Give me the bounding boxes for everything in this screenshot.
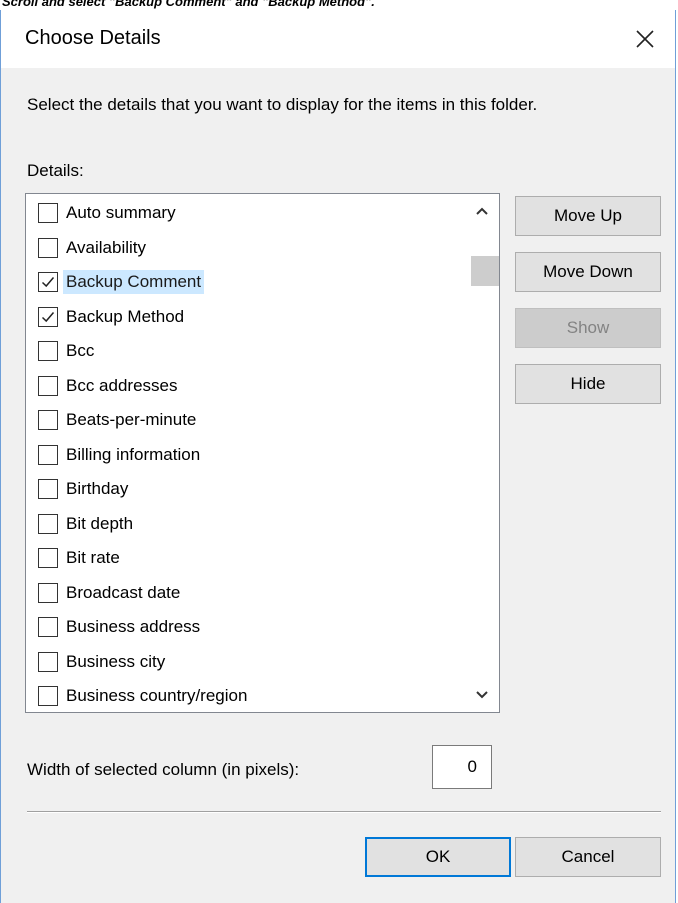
item-label: Beats-per-minute (66, 410, 197, 429)
item-checkbox[interactable] (38, 582, 58, 603)
ok-button[interactable]: OK (365, 837, 511, 877)
item-checkbox[interactable] (38, 479, 58, 499)
checkmark-icon (41, 277, 55, 288)
item-checkbox[interactable] (38, 272, 58, 292)
item-checkbox[interactable] (38, 513, 58, 534)
item-label: Business address (66, 617, 201, 636)
item-label: Backup Comment (63, 270, 205, 294)
list-item[interactable]: Business city (38, 647, 168, 677)
column-width-input[interactable]: 0 (432, 745, 492, 789)
choose-details-dialog: Choose Details Select the details that y… (0, 10, 676, 903)
chevron-down-icon (476, 691, 488, 699)
item-checkbox[interactable] (38, 444, 58, 465)
item-label: Bcc (66, 341, 95, 360)
list-item[interactable]: Birthday (38, 474, 131, 504)
details-label: Details: (27, 161, 84, 180)
list-item[interactable]: Backup Method (38, 302, 187, 332)
item-label: Birthday (66, 479, 129, 498)
cancel-button[interactable]: Cancel (515, 837, 661, 877)
checkmark-icon (41, 311, 55, 322)
scroll-up-button[interactable] (465, 196, 499, 226)
item-label: Bit rate (66, 548, 120, 567)
scroll-thumb[interactable] (471, 256, 499, 286)
list-item[interactable]: Auto summary (38, 198, 179, 228)
scroll-down-button[interactable] (465, 680, 499, 710)
item-label: Business country/region (66, 686, 248, 705)
item-label: Broadcast date (66, 582, 181, 602)
item-label: Availability (66, 237, 147, 257)
list-item[interactable]: Business country/region (38, 681, 250, 711)
item-checkbox[interactable] (38, 203, 58, 223)
dialog-title: Choose Details (25, 27, 161, 49)
list-item[interactable]: Availability (38, 233, 149, 263)
move-up-button[interactable]: Move Up (515, 196, 661, 236)
list-item[interactable]: Broadcast date (38, 578, 183, 608)
vertical-scrollbar[interactable] (465, 194, 499, 712)
move-down-button[interactable]: Move Down (515, 252, 661, 292)
list-item[interactable]: Beats-per-minute (38, 405, 199, 435)
item-checkbox[interactable] (38, 617, 58, 637)
item-checkbox[interactable] (38, 686, 58, 706)
show-button[interactable]: Show (515, 308, 661, 348)
list-item[interactable]: Bit depth (38, 509, 136, 539)
item-label: Backup Method (66, 306, 185, 326)
column-width-label: Width of selected column (in pixels): (27, 760, 300, 779)
list-item[interactable]: Backup Comment (38, 267, 205, 297)
title-bar: Choose Details (1, 10, 675, 68)
close-button[interactable] (615, 10, 675, 68)
chevron-up-icon (476, 207, 488, 215)
item-checkbox[interactable] (38, 651, 58, 672)
item-checkbox[interactable] (38, 237, 58, 258)
item-checkbox[interactable] (38, 306, 58, 327)
instruction-caption: Scroll and select "Backup Comment" and "… (0, 0, 678, 10)
item-checkbox[interactable] (38, 548, 58, 568)
item-checkbox[interactable] (38, 341, 58, 361)
item-label: Bit depth (66, 513, 134, 533)
list-item[interactable]: Bcc addresses (38, 371, 181, 401)
separator (27, 811, 661, 813)
item-label: Auto summary (66, 203, 176, 222)
hide-button[interactable]: Hide (515, 364, 661, 404)
description-text: Select the details that you want to disp… (27, 95, 538, 114)
list-item[interactable]: Business address (38, 612, 203, 642)
item-label: Business city (66, 651, 166, 671)
close-icon (636, 30, 654, 48)
instruction-text: Scroll and select "Backup Comment" and "… (2, 0, 375, 9)
item-checkbox[interactable] (38, 410, 58, 430)
item-label: Billing information (66, 444, 201, 464)
item-label: Bcc addresses (66, 375, 178, 395)
list-item[interactable]: Bit rate (38, 543, 123, 573)
item-checkbox[interactable] (38, 375, 58, 396)
details-listbox[interactable]: Auto summary Availability Backup Comment Ba… (25, 193, 500, 713)
list-item[interactable]: Bcc (38, 336, 97, 366)
list-item[interactable]: Billing information (38, 440, 203, 470)
